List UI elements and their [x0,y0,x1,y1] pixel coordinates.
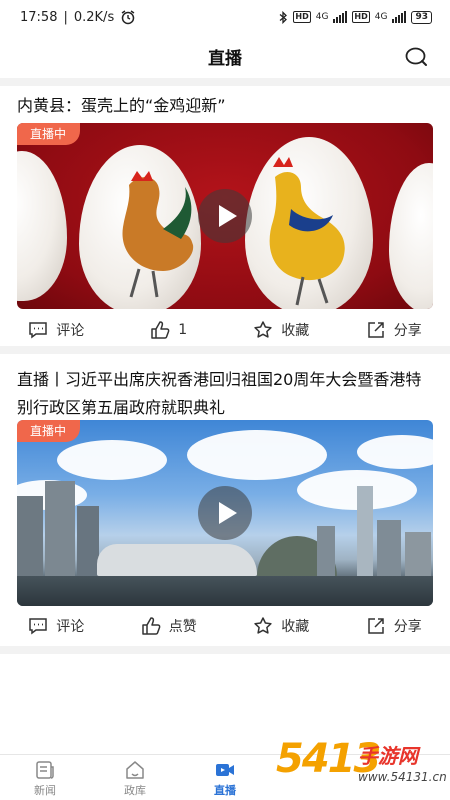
like-button[interactable]: 点赞 [113,616,226,636]
building [357,486,373,576]
building [77,506,99,576]
watermark-url: www.54131.cn [358,770,447,784]
harbour-water [17,576,433,606]
nav-item-live[interactable]: 直播 [195,759,255,798]
comment-label: 评论 [56,619,85,635]
network-type-2: 4G [374,12,388,22]
comment-icon [29,322,47,339]
cloud [357,435,433,469]
live-card-2[interactable]: 直播丨习近平出席庆祝香港回归祖国20周年大会暨香港特别行政区第五届政府就职典礼 … [0,354,450,646]
play-button[interactable] [198,189,252,243]
nav-label: 直播 [214,784,236,797]
status-left: 17:58 | 0.2K/s [20,9,136,25]
play-button[interactable] [198,486,252,540]
signal-icon-2 [392,11,407,23]
comment-button[interactable]: 评论 [0,616,113,636]
video-thumbnail[interactable]: 直播中 [17,123,433,309]
share-label: 分享 [393,323,422,339]
search-icon[interactable] [404,45,428,69]
status-time: 17:58 [20,9,58,25]
share-button[interactable]: 分享 [338,616,450,636]
building [377,520,401,576]
building [17,496,43,576]
home-icon [126,761,144,779]
favorite-button[interactable]: 收藏 [225,320,338,340]
watermark-site: 手游网 [358,744,418,768]
favorite-label: 收藏 [281,619,310,635]
egg-image [17,151,67,301]
nav-item-zhengku[interactable]: 政库 [105,759,165,798]
star-icon [254,321,272,338]
rooster-painting [269,157,345,306]
share-button[interactable]: 分享 [338,320,450,340]
comment-label: 评论 [56,323,85,339]
card-actions: 评论 1 收藏 分享 [0,310,450,350]
cloud [57,440,167,480]
comment-button[interactable]: 评论 [0,320,113,340]
like-button[interactable]: 1 [113,320,226,340]
share-icon [368,322,384,338]
convention-centre [97,544,257,576]
like-count: 1 [178,322,188,338]
battery-icon: 93 [411,10,432,24]
comment-icon [29,618,47,635]
nav-label: 新闻 [34,784,56,797]
alarm-icon [121,10,135,25]
hd-badge-2: HD [352,11,370,23]
divider [0,346,450,354]
like-label: 点赞 [168,619,197,635]
page-title: 直播 [208,48,242,69]
status-right: HD 4G HD 4G 93 [279,10,432,24]
nav-item-news[interactable]: 新闻 [15,759,75,798]
favorite-button[interactable]: 收藏 [225,616,338,636]
star-icon [254,617,272,634]
rooster-painting [122,171,194,298]
egg-image [389,163,433,309]
share-icon [368,618,384,634]
divider [0,646,450,654]
building [45,481,75,576]
network-speed: 0.2K/s [73,9,115,25]
card-title[interactable]: 内黄县：蛋壳上的“金鸡迎新” [0,86,450,120]
news-icon [36,761,54,779]
card-actions: 评论 点赞 收藏 分享 [0,606,450,646]
card-title[interactable]: 直播丨习近平出席庆祝香港回归祖国20周年大会暨香港特别行政区第五届政府就职典礼 [0,354,450,422]
status-bar: 17:58 | 0.2K/s HD 4G HD 4G 93 [0,0,450,34]
share-label: 分享 [393,619,422,635]
bluetooth-icon [279,10,288,24]
live-card-1[interactable]: 内黄县：蛋壳上的“金鸡迎新” 直播中 评论 1 收藏 分享 [0,86,450,346]
divider [0,78,450,86]
nav-label: 政库 [124,784,146,797]
building [405,532,431,576]
live-badge: 直播中 [17,420,81,442]
network-type: 4G [315,12,329,22]
favorite-label: 收藏 [281,323,310,339]
live-badge: 直播中 [17,123,81,145]
video-thumbnail[interactable]: 直播中 [17,420,433,606]
egg-image [245,137,373,309]
thumbs-up-icon [142,617,161,635]
video-icon [216,764,234,776]
building [317,526,335,576]
site-watermark: 5413 手游网 www.54131.cn [276,736,447,798]
thumbs-up-icon [151,321,170,339]
egg-image [79,145,201,309]
signal-icon [333,11,348,23]
app-header: 直播 [0,34,450,78]
cloud [187,430,327,480]
hd-badge: HD [293,11,311,23]
